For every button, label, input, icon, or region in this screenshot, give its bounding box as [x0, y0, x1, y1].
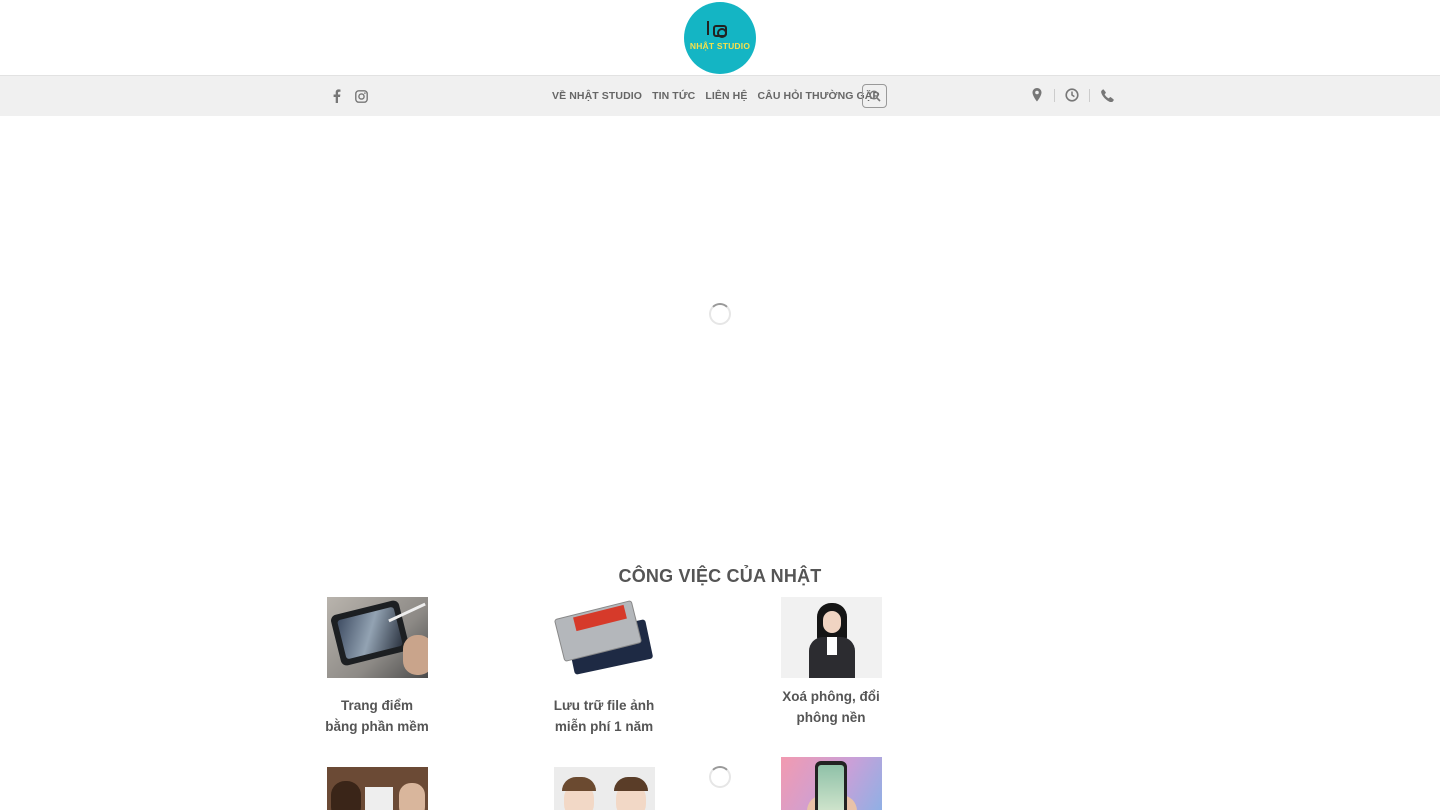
- divider: [1089, 88, 1090, 102]
- tablet-editing-image: [326, 597, 428, 678]
- service-card-storage[interactable]: Lưu trữ file ảnh miễn phí 1 năm: [544, 597, 664, 737]
- camera-icon: [707, 21, 727, 38]
- site-logo[interactable]: NHẬT STUDIO: [684, 2, 756, 74]
- portrait-woman-image: [780, 597, 882, 678]
- service-card-makeup[interactable]: Trang điểm bằng phần mềm: [317, 597, 437, 737]
- search-button[interactable]: [862, 84, 887, 108]
- service-card-row2-2[interactable]: [544, 767, 664, 810]
- service-label-line2: phông nền: [796, 710, 866, 725]
- instagram-icon[interactable]: [354, 88, 368, 104]
- service-label-line2: miễn phí 1 năm: [554, 719, 654, 734]
- faces-image: [553, 767, 655, 810]
- section-title: CÔNG VIỆC CỦA NHẬT: [618, 566, 822, 586]
- service-label-line1: Xoá phông, đổi: [782, 689, 880, 704]
- facebook-icon[interactable]: [330, 88, 344, 104]
- nav-menu: VỀ NHẬT STUDIO TIN TỨC LIÊN HỆ CÂU HỎI T…: [552, 90, 880, 102]
- main-navbar: VỀ NHẬT STUDIO TIN TỨC LIÊN HỆ CÂU HỎI T…: [0, 75, 1440, 116]
- social-links: [330, 88, 368, 104]
- nav-item-news[interactable]: TIN TỨC: [652, 90, 695, 102]
- search-icon: [869, 90, 881, 102]
- loading-spinner: [709, 766, 731, 788]
- service-card-row2-3[interactable]: [771, 757, 891, 810]
- service-label-line2: bằng phần mềm: [325, 719, 429, 734]
- phone-icon[interactable]: [1100, 87, 1114, 103]
- people-image: [326, 767, 428, 810]
- phone-photo-image: [780, 757, 882, 810]
- location-icon[interactable]: [1030, 87, 1044, 103]
- clock-icon[interactable]: [1065, 87, 1079, 103]
- logo-text: NHẬT STUDIO: [689, 41, 751, 51]
- header-contact-icons: [1030, 87, 1114, 103]
- nav-item-contact[interactable]: LIÊN HỆ: [705, 90, 747, 102]
- ssd-drive-image: [553, 597, 655, 678]
- loading-spinner: [709, 303, 731, 325]
- service-card-row2-1[interactable]: [317, 767, 437, 810]
- service-label-line1: Trang điểm: [340, 698, 413, 713]
- service-card-background[interactable]: Xoá phông, đổi phông nền: [771, 597, 891, 728]
- divider: [1054, 88, 1055, 102]
- service-label-line1: Lưu trữ file ảnh: [553, 698, 655, 713]
- nav-item-about[interactable]: VỀ NHẬT STUDIO: [552, 90, 642, 102]
